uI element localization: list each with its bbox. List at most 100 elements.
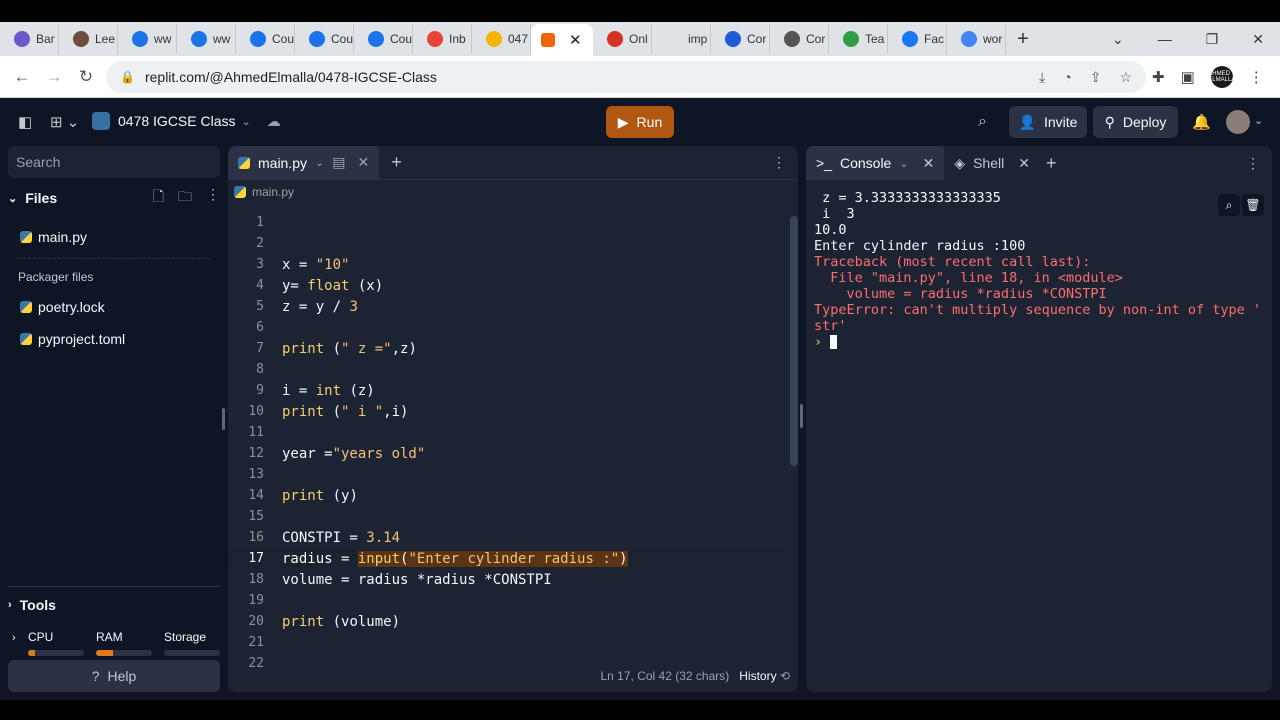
file-item-poetry-lock[interactable]: poetry.lock [20,296,105,318]
browser-tab[interactable]: Cou [295,24,354,54]
sidebar-resize-handle[interactable] [222,408,225,430]
forward-icon[interactable]: → [38,67,70,87]
code-line[interactable]: 20 print (volume) [228,611,786,632]
sidebar-toggle-icon[interactable]: ◧ [18,113,32,131]
back-icon[interactable]: ← [6,67,38,87]
browser-tab[interactable]: Inb [413,24,472,54]
install-app-icon[interactable]: ⤓ [1039,69,1045,86]
code-line[interactable]: 19 [228,590,786,611]
code-line[interactable]: 10 print (" i ",i) [228,401,786,422]
browser-tab[interactable]: Lee [59,24,118,54]
close-tab-icon[interactable]: ✕ [1018,155,1030,172]
code-line[interactable]: 16 CONSTPI = 3.14 [228,527,786,548]
performance-icon[interactable]: ◔ [1063,69,1071,86]
side-panel-icon[interactable]: ▣ [1181,68,1195,86]
repl-name-button[interactable]: 0478 IGCSE Class ⌄ ☁ [92,112,281,130]
code-line[interactable]: 15 [228,506,786,527]
console-output[interactable]: z = 3.3333333333333335 i 3 10.0 Enter cyli… [814,190,1261,350]
browser-tab[interactable]: 047 [472,24,531,54]
chrome-menu-icon[interactable]: ⋮ [1249,68,1264,86]
close-tab-icon[interactable]: ✕ [569,31,582,49]
new-folder-icon[interactable]: 🗀 [178,186,192,210]
code-line[interactable]: 7 print (" z =",z) [228,338,786,359]
search-icon[interactable]: ⌕ [978,113,987,131]
browser-tab[interactable]: Onl [593,24,652,54]
browser-tab[interactable]: Bar [0,24,59,54]
bookmark-star-icon[interactable]: ☆ [1119,69,1132,86]
console-error-line: File "main.py", line 18, in <module> [814,270,1123,286]
user-avatar[interactable] [1226,110,1250,134]
browser-tab[interactable]: Tea [829,24,888,54]
tab-search-chevron-icon[interactable]: ⌄ [1112,31,1124,48]
history-button[interactable]: History ⟲ [739,669,790,683]
editor-scrollbar[interactable] [790,216,798,466]
chevron-down-icon[interactable]: ⌄ [899,157,908,170]
minimize-icon[interactable]: — [1158,31,1172,47]
avatar-chevron-icon[interactable]: ⌄ [1254,114,1263,127]
console-prompt-line[interactable]: › [814,334,1261,350]
browser-tab[interactable]: ww [177,24,236,54]
restore-icon[interactable]: ❐ [1206,31,1219,48]
help-button[interactable]: ? Help [8,660,220,692]
code-line[interactable]: 3 x = "10" [228,254,786,275]
editor-resize-handle[interactable] [800,404,803,428]
file-item-main-py[interactable]: main.py [20,226,87,248]
new-tab-plus-icon[interactable]: + [1046,153,1057,174]
code-line[interactable]: 9 i = int (z) [228,380,786,401]
browser-tab[interactable]: wor [947,24,1006,54]
search-input[interactable]: Search [8,146,220,178]
code-line[interactable]: 14 print (y) [228,485,786,506]
replit-menu-icon[interactable]: ⊞ ⌄ [50,113,79,131]
run-button[interactable]: ▶ Run [606,106,674,138]
code-line[interactable]: 2 [228,233,786,254]
reload-icon[interactable]: ↻ [70,67,102,87]
invite-button[interactable]: 👤 Invite [1009,106,1087,138]
site-info-icon[interactable]: 🔒 [120,70,135,84]
new-tab-plus-icon[interactable]: + [1006,28,1040,51]
chevron-right-icon[interactable]: › [12,632,16,644]
close-tab-icon[interactable]: ✕ [357,154,369,171]
chevron-down-icon[interactable]: ⌄ [315,156,324,169]
breadcrumb-file[interactable]: main.py [252,185,294,199]
browser-tab[interactable]: Cou [236,24,295,54]
browser-tab[interactable]: Cou [354,24,413,54]
extensions-puzzle-icon[interactable]: ✚ [1152,68,1165,86]
code-editor[interactable]: 123x = "10" 4 y= float (x) 5 z = y / 3 6 7 prin… [228,212,786,674]
new-file-icon[interactable]: 🗋 [153,186,164,210]
code-line[interactable]: 8 [228,359,786,380]
share-icon[interactable]: ⇪ [1090,69,1102,86]
code-line[interactable]: 18 volume = radius *radius *CONSTPI [228,569,786,590]
markdown-preview-icon[interactable]: ▤ [332,154,345,171]
code-line[interactable]: 13 [228,464,786,485]
code-line[interactable]: 12 year ="years old" [228,443,786,464]
browser-tab[interactable]: Cor [711,24,770,54]
tab-main-py[interactable]: main.py ⌄ ▤ ✕ [228,146,380,180]
browser-tab[interactable]: Fac [888,24,947,54]
code-line[interactable]: 17 radius = input("Enter cylinder radius … [228,548,786,569]
notifications-bell-icon[interactable]: 🔔 [1192,113,1211,131]
file-item-pyproject-toml[interactable]: pyproject.toml [20,328,125,350]
code-line[interactable]: 21 [228,632,786,653]
files-header[interactable]: ⌄ Files 🗋 🗀 ⋮ [8,186,220,210]
profile-avatar[interactable]: AHMED ELMALLA [1208,66,1235,88]
browser-tab[interactable]: Cor [770,24,829,54]
code-line[interactable]: 1 [228,212,786,233]
close-window-icon[interactable]: ✕ [1252,31,1264,48]
close-tab-icon[interactable]: ✕ [923,155,935,172]
pane-options-icon[interactable]: ⋮ [1246,155,1260,172]
code-line[interactable]: 6 [228,317,786,338]
more-options-icon[interactable]: ⋮ [206,186,220,210]
pane-options-icon[interactable]: ⋮ [772,154,786,171]
code-line[interactable]: 5 z = y / 3 [228,296,786,317]
tab-console[interactable]: >_ Console ⌄ ✕ [806,146,945,180]
browser-tab[interactable]: imp [652,24,711,54]
new-tab-plus-icon[interactable]: + [391,152,402,173]
tools-header[interactable]: › Tools [8,586,220,613]
browser-tab-active[interactable]: ✕ [531,24,593,56]
deploy-button[interactable]: ⚲ Deploy [1093,106,1178,138]
code-line[interactable]: 11 [228,422,786,443]
address-bar[interactable]: 🔒 replit.com/@AhmedElmalla/0478-IGCSE-Cl… [106,61,1146,93]
browser-tab[interactable]: ww [118,24,177,54]
tab-shell[interactable]: ◈ Shell ✕ [944,146,1040,180]
code-line[interactable]: 4 y= float (x) [228,275,786,296]
